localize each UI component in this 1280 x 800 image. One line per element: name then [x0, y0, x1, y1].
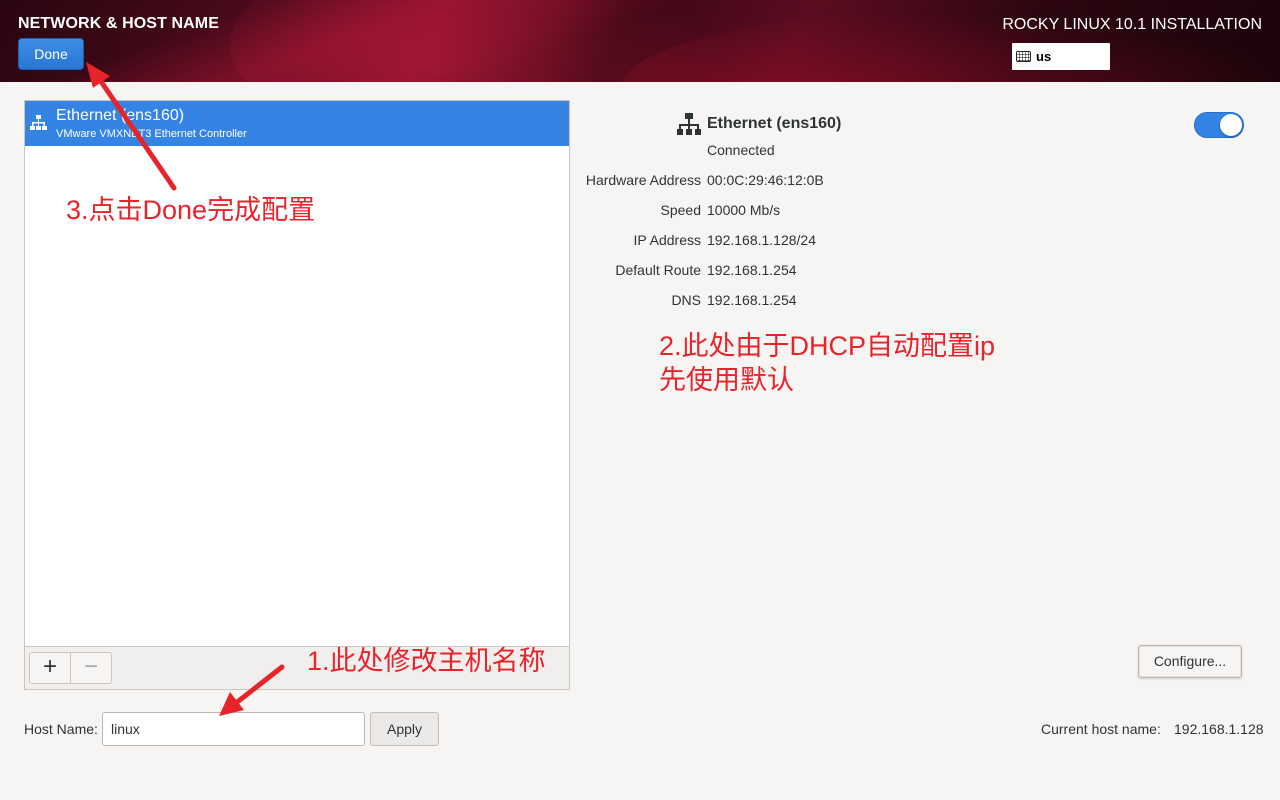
- device-detail-name: Ethernet (ens160): [707, 115, 842, 132]
- speed-value: 10000 Mb/s: [707, 202, 781, 218]
- dns-label: DNS: [671, 292, 701, 308]
- toggle-knob: [1220, 114, 1242, 136]
- dns-value: 192.168.1.254: [707, 292, 797, 308]
- default-route-value: 192.168.1.254: [707, 262, 797, 278]
- ip-address-value: 192.168.1.128/24: [707, 232, 816, 248]
- annotation-step-2-line-1: 2.此处由于DHCP自动配置ip: [659, 331, 996, 361]
- installation-title: ROCKY LINUX 10.1 INSTALLATION: [1002, 16, 1262, 33]
- hardware-address-value: 00:0C:29:46:12:0B: [707, 172, 824, 188]
- ip-address-label: IP Address: [633, 232, 701, 248]
- remove-device-button[interactable]: −: [70, 652, 112, 684]
- device-enable-toggle[interactable]: [1194, 112, 1244, 138]
- network-wired-icon: [677, 113, 701, 135]
- page-title: NETWORK & HOST NAME: [18, 15, 220, 32]
- apply-button[interactable]: Apply: [370, 712, 439, 746]
- header-bar: NETWORK & HOST NAME Done ROCKY LINUX 10.…: [0, 0, 1280, 82]
- keyboard-layout-indicator[interactable]: us: [1012, 43, 1110, 70]
- keyboard-icon: [1016, 51, 1031, 62]
- host-name-label: Host Name:: [24, 721, 98, 737]
- network-device-list: Ethernet (ens160) VMware VMXNET3 Etherne…: [24, 100, 570, 690]
- network-wired-icon: [30, 115, 47, 130]
- device-name: Ethernet (ens160): [56, 107, 185, 124]
- speed-label: Speed: [660, 202, 701, 218]
- annotation-step-3: 3.点击Done完成配置: [66, 195, 316, 225]
- hardware-address-label: Hardware Address: [585, 172, 701, 188]
- configure-button[interactable]: Configure...: [1138, 645, 1242, 678]
- host-name-input[interactable]: [102, 712, 365, 746]
- current-host-name-value: 192.168.1.128: [1174, 721, 1264, 737]
- done-button[interactable]: Done: [18, 38, 84, 70]
- device-list-item[interactable]: Ethernet (ens160) VMware VMXNET3 Etherne…: [25, 101, 569, 146]
- annotation-step-1: 1.此处修改主机名称: [307, 646, 546, 676]
- keyboard-layout-label: us: [1036, 49, 1052, 64]
- connection-status: Connected: [707, 142, 775, 158]
- default-route-label: Default Route: [615, 262, 701, 278]
- add-device-button[interactable]: +: [29, 652, 71, 684]
- current-host-name-label: Current host name:: [1041, 721, 1161, 737]
- device-description: VMware VMXNET3 Ethernet Controller: [56, 128, 247, 140]
- annotation-step-2-line-2: 先使用默认: [659, 365, 794, 395]
